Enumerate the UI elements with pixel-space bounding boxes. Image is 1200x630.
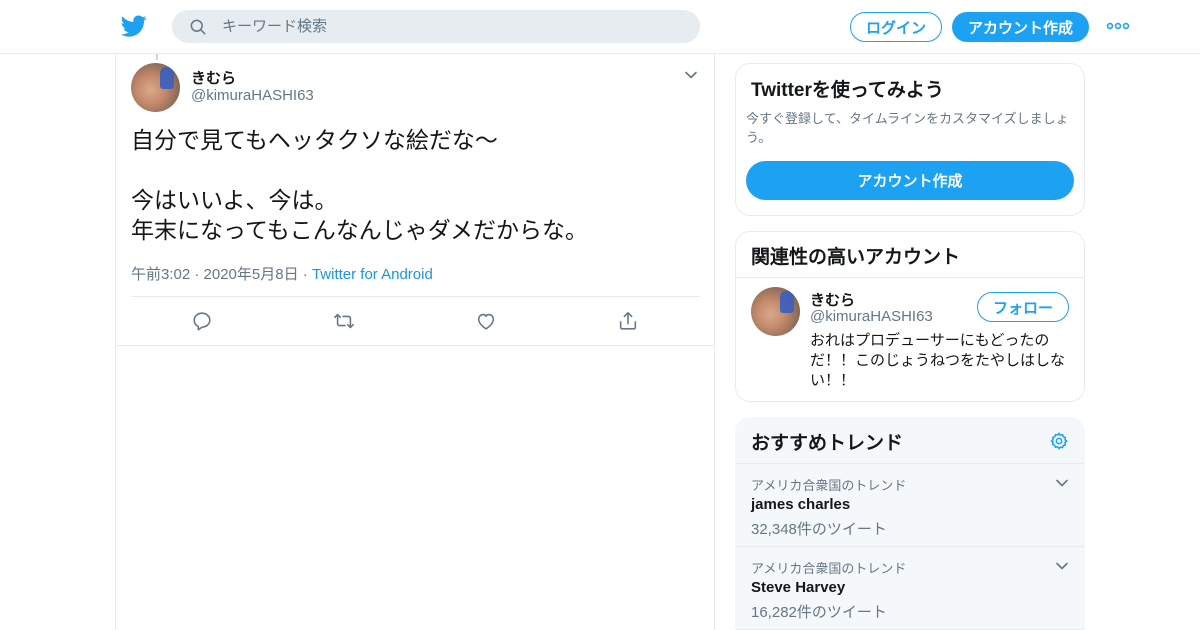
trend-context: アメリカ合衆国のトレンド [751,561,907,576]
tweet-text: 自分で見てもヘッタクソな絵だな～ 今はいいよ、今は。 年末になってもこんなんじゃ… [131,128,589,244]
login-button[interactable]: ログイン [850,12,942,42]
signup-card: Twitterを使ってみよう 今すぐ登録して、タイムラインをカスタマイズしましょ… [735,63,1085,216]
tweet-time[interactable]: 午前3:02 · 2020年5月8日 [131,266,299,283]
tweet-actions [116,297,714,346]
related-name[interactable]: きむら [810,289,855,310]
related-avatar[interactable] [751,287,800,336]
trends-header: おすすめトレンド [736,418,1084,464]
search-input[interactable] [222,10,682,43]
trend-context: アメリカ合衆国のトレンド [751,478,907,493]
related-accounts-card: 関連性の高いアカウント きむら @kimuraHASHI63 フォロー おれはプ… [735,231,1085,402]
trend-name[interactable]: james charles [751,496,850,513]
trends-title: おすすめトレンド [751,433,904,454]
related-handle[interactable]: @kimuraHASHI63 [810,308,933,325]
twitter-logo-icon[interactable] [120,13,148,39]
top-bar: ログイン アカウント作成 [0,0,1200,54]
retweet-icon[interactable] [333,310,355,332]
avatar[interactable] [131,63,180,112]
chevron-down-icon[interactable] [1055,559,1069,573]
signup-card-title: Twitterを使ってみよう [751,80,944,101]
meta-separator: · [298,266,312,283]
tweet-source[interactable]: Twitter for Android [312,266,433,283]
related-card-title: 関連性の高いアカウント [751,247,961,268]
search-bar[interactable] [172,10,700,43]
more-icon[interactable] [1106,18,1130,34]
chevron-down-icon[interactable] [1055,476,1069,490]
signup-card-button[interactable]: アカウント作成 [746,161,1074,200]
like-icon[interactable] [475,310,497,332]
gear-icon[interactable] [1049,431,1069,451]
related-bio: おれはプロデューサーにもどったのだ！！このじょうねつをたやしはしない！！ [810,332,1066,389]
trend-item[interactable]: アメリカ合衆国のトレンド james charles 32,348件のツイート [736,464,1084,547]
trend-count: 16,282件のツイート [751,604,887,621]
reply-icon[interactable] [191,310,213,332]
trend-count: 32,348件のツイート [751,521,887,538]
author-name[interactable]: きむら [191,67,236,88]
follow-button[interactable]: フォロー [977,292,1069,322]
signup-card-description: 今すぐ登録して、タイムラインをカスタマイズしましょう。 [746,111,1069,145]
chevron-down-icon[interactable] [684,68,698,82]
share-icon[interactable] [617,310,639,332]
tweet-column: きむら @kimuraHASHI63 自分で見てもヘッタクソな絵だな～ 今はいい… [115,54,715,630]
search-icon [190,19,206,35]
thread-connector [156,54,158,60]
trend-name[interactable]: Steve Harvey [751,579,845,596]
tweet-timestamp: 午前3:02 · 2020年5月8日 · Twitter for Android [131,263,433,284]
divider [736,277,1084,278]
trends-card: おすすめトレンド アメリカ合衆国のトレンド james charles 32,3… [735,417,1085,630]
signup-button[interactable]: アカウント作成 [952,12,1089,42]
author-handle[interactable]: @kimuraHASHI63 [191,87,314,104]
trend-item[interactable]: アメリカ合衆国のトレンド Steve Harvey 16,282件のツイート [736,547,1084,630]
